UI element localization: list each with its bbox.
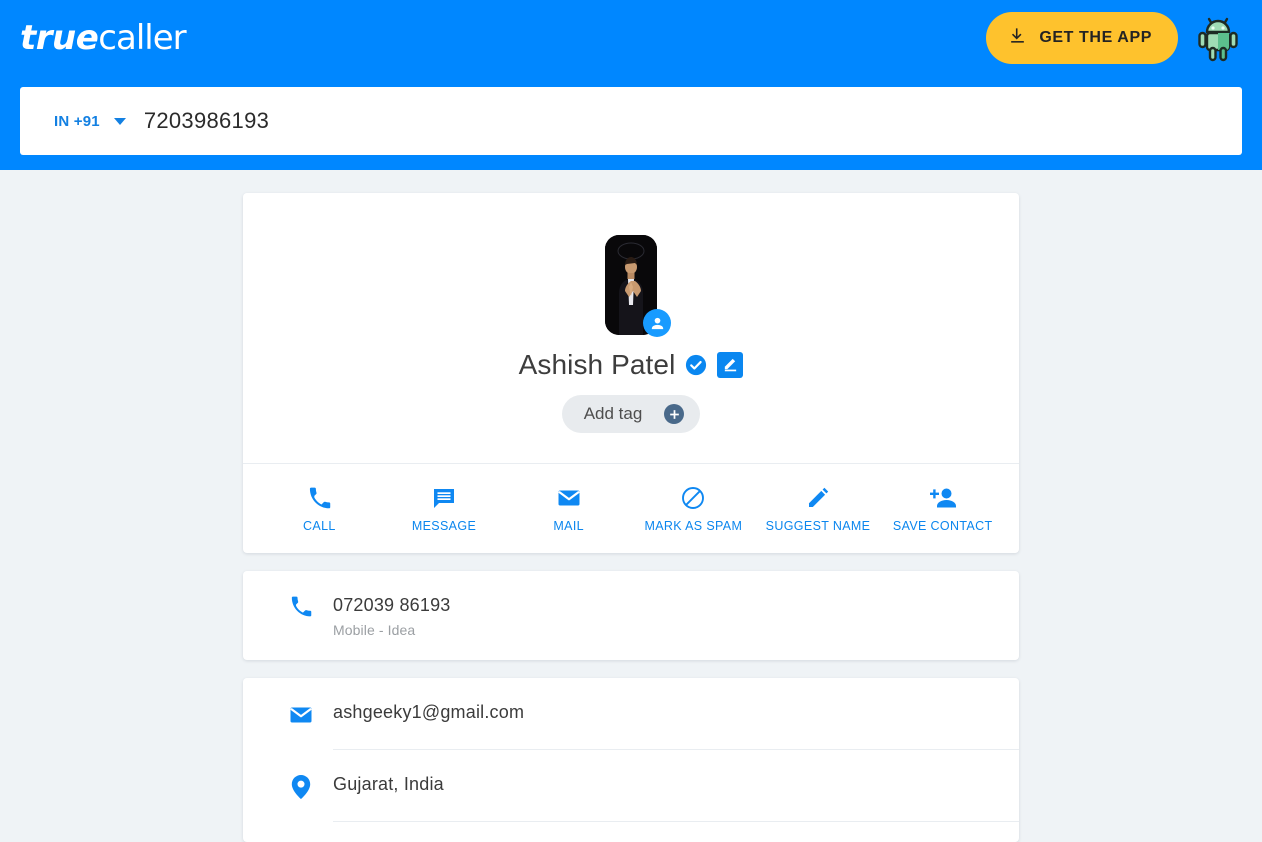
person-badge-icon	[643, 309, 671, 337]
location-value: Gujarat, India	[333, 774, 444, 794]
profile-summary: Ashish Patel Add tag	[243, 193, 1019, 463]
phone-detail-card[interactable]: 072039 86193 Mobile - Idea	[243, 571, 1019, 660]
block-icon	[681, 486, 705, 510]
message-button[interactable]: MESSAGE	[382, 486, 507, 533]
location-pin-icon	[287, 772, 315, 799]
search-bar[interactable]: IN +91	[20, 87, 1242, 155]
email-value: ashgeeky1@gmail.com	[333, 702, 525, 722]
plus-circle-icon	[664, 404, 685, 424]
logo-text-bold: true	[20, 18, 99, 58]
action-label: CALL	[303, 519, 336, 533]
profile-card: Ashish Patel Add tag CALL MESSAGE MAIL M…	[243, 193, 1019, 553]
chevron-down-icon[interactable]	[113, 117, 126, 125]
phone-icon	[287, 593, 315, 618]
app-header: truecaller GET THE APP IN +91 7203986193	[0, 0, 1262, 170]
location-detail-body: Gujarat, India	[333, 772, 1019, 796]
email-row[interactable]: ashgeeky1@gmail.com	[243, 678, 1019, 749]
edit-name-button[interactable]	[717, 352, 744, 378]
android-mascot-icon[interactable]	[1196, 14, 1240, 62]
save-contact-button[interactable]: SAVE CONTACT	[880, 486, 1005, 533]
clipped-row[interactable]	[243, 822, 1019, 842]
phone-number-value: 072039 86193	[333, 595, 451, 615]
action-label: MARK AS SPAM	[644, 519, 743, 533]
action-label: SAVE CONTACT	[892, 519, 993, 533]
avatar[interactable]	[605, 235, 671, 337]
country-code-selector[interactable]: IN +91	[54, 113, 100, 130]
mail-icon	[287, 700, 315, 727]
contact-details-card: ashgeeky1@gmail.com Gujarat, India	[243, 678, 1019, 842]
mail-icon	[557, 486, 581, 510]
phone-carrier-label: Mobile - Idea	[333, 622, 416, 638]
phone-detail-body: 072039 86193 Mobile - Idea	[333, 593, 1019, 638]
page-title: Ashish Patel	[518, 349, 676, 380]
mail-button[interactable]: MAIL	[506, 486, 631, 533]
get-the-app-button[interactable]: GET THE APP	[986, 12, 1178, 64]
call-button[interactable]: CALL	[257, 486, 382, 533]
main-content: Ashish Patel Add tag CALL MESSAGE MAIL M…	[0, 170, 1262, 842]
edit-pencil-icon	[722, 355, 739, 375]
action-label: MAIL	[553, 519, 584, 533]
phone-row[interactable]: 072039 86193 Mobile - Idea	[243, 571, 1019, 660]
pencil-icon	[806, 486, 830, 510]
add-tag-button[interactable]: Add tag	[561, 395, 701, 433]
location-row[interactable]: Gujarat, India	[243, 750, 1019, 821]
verified-check-icon	[685, 354, 707, 376]
mark-as-spam-button[interactable]: MARK AS SPAM	[631, 486, 756, 533]
email-detail-body: ashgeeky1@gmail.com	[333, 700, 1019, 724]
logo-text-light: caller	[98, 18, 186, 58]
download-icon	[1008, 26, 1027, 50]
action-label: SUGGEST NAME	[765, 519, 871, 533]
profile-name-row: Ashish Patel	[243, 349, 1019, 381]
person-add-icon	[929, 486, 956, 510]
message-icon	[432, 486, 456, 510]
phone-icon	[308, 486, 331, 510]
truecaller-logo[interactable]: truecaller	[20, 18, 187, 58]
action-label: MESSAGE	[411, 519, 477, 533]
suggest-name-button[interactable]: SUGGEST NAME	[756, 486, 881, 533]
get-the-app-label: GET THE APP	[1039, 29, 1152, 46]
action-bar: CALL MESSAGE MAIL MARK AS SPAM SUGGEST N…	[243, 463, 1019, 553]
add-tag-label: Add tag	[583, 404, 643, 423]
search-input[interactable]	[143, 108, 1242, 134]
